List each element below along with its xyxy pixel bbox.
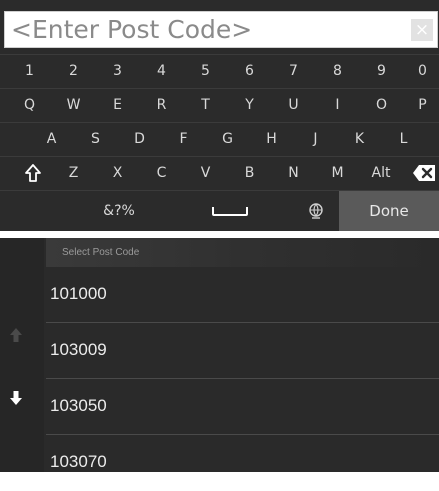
post-code-placeholder: <Enter Post Code> [11,15,253,44]
key-o[interactable]: O [362,89,401,122]
key-u[interactable]: U [274,89,313,122]
key-d[interactable]: D [120,123,159,156]
key-t[interactable]: T [186,89,225,122]
key-3[interactable]: 3 [98,55,137,88]
post-code-value: 103009 [50,340,107,359]
key-9[interactable]: 9 [362,55,401,88]
key-b[interactable]: B [230,157,269,190]
space-bar-icon [212,207,248,216]
keyboard-row-asdf: A S D F G H J K L [0,122,439,156]
keyboard-row-zxcv: Z X C V B N M Alt [0,156,439,190]
list-header: Select Post Code [46,238,439,267]
key-v[interactable]: V [186,157,225,190]
key-r[interactable]: R [142,89,181,122]
key-x[interactable]: X [98,157,137,190]
keyboard-row-digits: 1 2 3 4 5 6 7 8 9 0 [0,54,439,88]
key-m[interactable]: M [318,157,357,190]
done-button[interactable]: Done [339,191,439,231]
scroll-down-arrow-icon[interactable] [9,390,23,406]
symbols-key[interactable]: &?% [84,191,154,231]
key-y[interactable]: Y [230,89,269,122]
key-j[interactable]: J [296,123,335,156]
language-key[interactable] [296,191,336,231]
backspace-icon [412,165,435,181]
key-0[interactable]: 0 [406,55,439,88]
key-l[interactable]: L [384,123,423,156]
key-8[interactable]: 8 [318,55,357,88]
post-code-list-panel: Select Post Code 101000 103009 103050 10… [0,238,439,472]
key-p[interactable]: P [406,89,439,122]
key-k[interactable]: K [340,123,379,156]
key-q[interactable]: Q [10,89,49,122]
key-c[interactable]: C [142,157,181,190]
post-code-value: 103050 [50,396,107,415]
key-s[interactable]: S [76,123,115,156]
post-code-item[interactable]: 101000 [46,267,439,323]
key-f[interactable]: F [164,123,203,156]
shift-arrow-icon [25,164,41,182]
key-7[interactable]: 7 [274,55,313,88]
key-z[interactable]: Z [54,157,93,190]
key-i[interactable]: I [318,89,357,122]
post-code-item[interactable]: 103050 [46,379,439,435]
key-2[interactable]: 2 [54,55,93,88]
post-code-value: 101000 [50,284,107,303]
key-5[interactable]: 5 [186,55,225,88]
key-6[interactable]: 6 [230,55,269,88]
post-code-input[interactable]: <Enter Post Code> × [4,11,438,48]
shift-key[interactable] [18,157,48,190]
backspace-key[interactable] [408,157,439,190]
keyboard-row-bottom: &?% Done [0,190,439,231]
keyboard-row-qwerty: Q W E R T Y U I O P [0,88,439,122]
key-g[interactable]: G [208,123,247,156]
post-code-item[interactable]: 103009 [46,323,439,379]
globe-language-icon [309,203,323,219]
key-h[interactable]: H [252,123,291,156]
key-a[interactable]: A [32,123,71,156]
post-code-value: 103070 [50,452,107,471]
clear-input-button[interactable]: × [411,19,433,41]
key-w[interactable]: W [54,89,93,122]
key-n[interactable]: N [274,157,313,190]
key-e[interactable]: E [98,89,137,122]
keyboard-panel: <Enter Post Code> × 1 2 3 4 5 6 7 8 9 0 … [0,0,439,231]
list-title: Select Post Code [62,247,140,258]
key-1[interactable]: 1 [10,55,49,88]
alt-key[interactable]: Alt [360,157,402,190]
scroll-rail [0,238,44,472]
scroll-up-arrow-icon[interactable] [9,327,23,343]
key-4[interactable]: 4 [142,55,181,88]
post-code-item[interactable]: 103070 [46,435,439,491]
space-key[interactable] [170,191,290,231]
